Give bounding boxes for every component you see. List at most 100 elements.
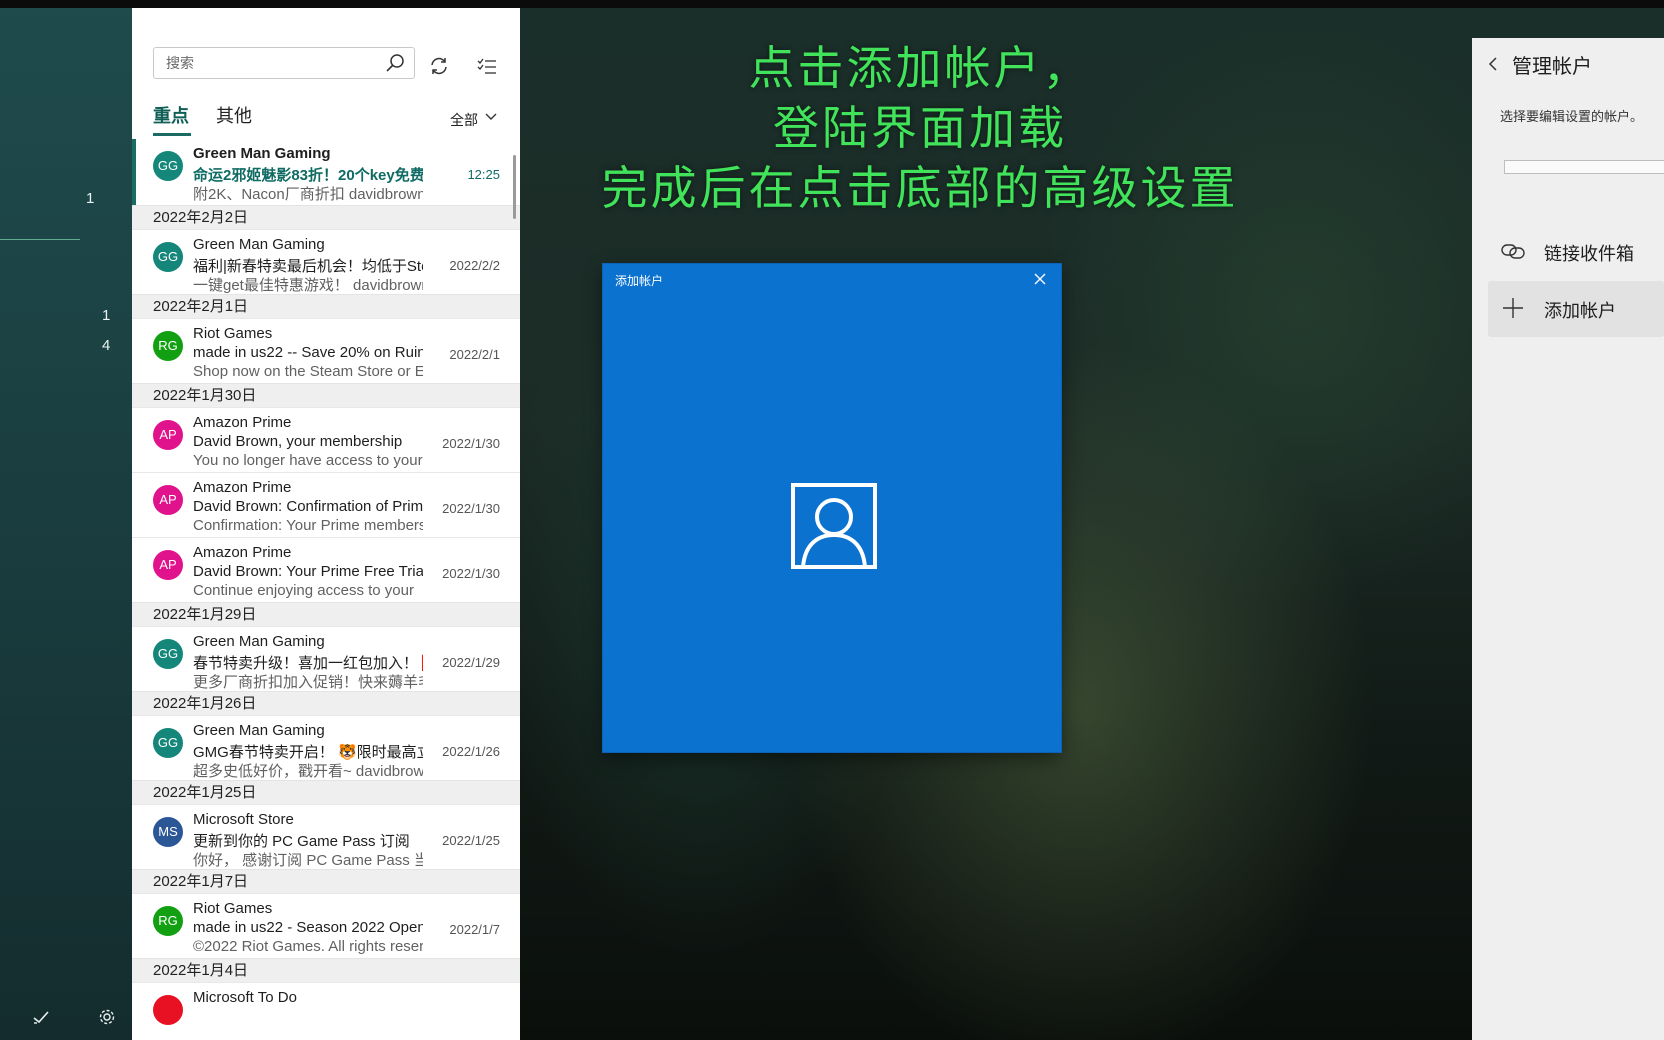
manage-title: 管理帐户 [1512,56,1592,78]
avatar: GG [153,728,183,758]
mail-row[interactable]: GG Green Man Gaming 春节特卖升级！喜加一红包加入！🧧 更多厂商折扣… [132,626,520,691]
mail-preview: Continue enjoying access to your [193,582,414,599]
mail-sender: Riot Games [193,325,273,342]
avatar: RG [153,906,183,936]
add-account-button[interactable]: 添加帐户 [1488,281,1664,337]
instruction-overlay: 点击添加帐户， 登陆界面加载 完成后在点击底部的高级设置 [570,38,1270,218]
date-header: 2022年2月1日 [132,294,520,318]
mail-date: 2022/1/30 [442,501,500,516]
overlay-line: 登陆界面加载 [773,101,1067,155]
manage-accounts-panel: 管理帐户 选择要编辑设置的帐户。 链接收件箱 添加帐户 [1472,38,1664,1040]
scrollbar[interactable] [513,155,516,219]
mail-date: 2022/1/7 [449,922,500,937]
search-icon[interactable] [384,52,406,74]
mail-subject: 春节特卖升级！喜加一红包加入！🧧 [193,655,423,672]
active-tab-indicator [153,133,191,136]
close-icon[interactable] [1033,272,1047,286]
mail-preview: Shop now on the Steam Store or Epic [193,363,423,380]
avatar: AP [153,420,183,450]
avatar: GG [153,151,183,181]
folder-count: 1 [86,190,95,207]
date-header: 2022年1月29日 [132,602,520,626]
mail-row[interactable]: GG Green Man Gaming 福利|新春特卖最后机会！均低于Steam 一键… [132,229,520,294]
mail-date: 2022/1/29 [442,655,500,670]
mail-sender: Amazon Prime [193,544,292,561]
mail-sender: Amazon Prime [193,479,292,496]
mail-date: 2022/1/30 [442,436,500,451]
back-arrow-icon[interactable] [1486,56,1500,72]
mail-preview: 超多史低好价，戳开看~ davidbrown [193,763,423,780]
mail-row[interactable]: AP Amazon Prime David Brown, your membersh… [132,407,520,472]
add-account-dialog: 添加帐户 [603,264,1061,752]
mail-preview: Confirmation: Your Prime membership [193,517,423,534]
link-inboxes-label: 链接收件箱 [1544,244,1634,264]
plus-icon [1503,298,1523,318]
filter-dropdown[interactable]: 全部 [450,110,478,130]
todo-check-icon[interactable] [32,1008,50,1026]
tab-focused[interactable]: 重点 [153,102,189,128]
mail-row[interactable]: RG Riot Games made in us22 -- Save 20% on … [132,318,520,383]
mail-subject: 命运2邪姬魅影83折！20个key免费送！ [193,167,423,184]
mail-row[interactable]: AP Amazon Prime David Brown: Confirmation … [132,472,520,537]
avatar: MS [153,817,183,847]
select-mode-icon[interactable] [476,55,498,77]
gear-icon[interactable] [98,1008,116,1026]
top-strip [0,0,1664,8]
mail-items: GG Green Man Gaming 命运2邪姬魅影83折！20个key免费送！ 附… [132,139,520,1040]
overlay-line: 完成后在点击底部的高级设置 [601,161,1239,215]
chevron-down-icon[interactable] [484,110,498,124]
mail-preview: 附2K、Nacon厂商折扣 davidbrown 热 [193,186,423,203]
manage-subtitle: 选择要编辑设置的帐户。 [1500,109,1644,124]
avatar: RG [153,331,183,361]
mail-subject: 更新到你的 PC Game Pass 订阅 [193,833,410,850]
left-rail: 1 1 4 [0,8,132,1040]
person-icon [791,483,877,569]
mail-preview: You no longer have access to your [193,452,423,469]
tab-other[interactable]: 其他 [216,102,252,128]
mail-sender: Microsoft To Do [193,989,297,1006]
rail-divider [0,239,80,240]
search-box[interactable] [153,47,415,79]
mail-subject: 福利|新春特卖最后机会！均低于Steam [193,258,423,275]
mail-sender: Amazon Prime [193,414,292,431]
mail-row[interactable]: AP Amazon Prime David Brown: Your Prime Fr… [132,537,520,602]
search-input[interactable] [164,54,368,72]
folder-count: 1 [102,307,111,324]
link-inboxes-button[interactable]: 链接收件箱 [1472,224,1664,280]
avatar: AP [153,485,183,515]
mail-sender: Green Man Gaming [193,236,325,253]
date-header: 2022年1月7日 [132,869,520,893]
date-header: 2022年2月2日 [132,205,520,229]
mail-list-pane: 重点 其他 全部 GG Green Man Gaming 命运2邪姬魅影83折！20… [132,8,520,1040]
add-account-label: 添加帐户 [1544,301,1616,321]
account-entry[interactable] [1504,160,1664,174]
mail-row[interactable]: GG Green Man Gaming GMG春节特卖开启！ 🐯限时最高立减 超多史低… [132,715,520,780]
mail-sender: Green Man Gaming [193,722,325,739]
mail-subject: made in us22 -- Save 20% on Ruined King [193,344,423,361]
mail-date: 2022/2/1 [449,347,500,362]
avatar: GG [153,242,183,272]
link-icon [1501,244,1525,259]
mail-subject: David Brown, your membership [193,433,403,450]
mail-row[interactable]: MS Microsoft Store 更新到你的 PC Game Pass 订阅 你好… [132,804,520,869]
avatar: AP [153,550,183,580]
mail-row[interactable]: RG Riot Games made in us22 - Season 2022 O… [132,893,520,958]
folder-count: 4 [102,337,111,354]
mail-subject: made in us22 - Season 2022 Open [193,919,423,936]
avatar [153,995,183,1025]
mail-date: 2022/1/26 [442,744,500,759]
mail-subject: David Brown: Your Prime Free Trial [193,563,423,580]
mail-preview: 更多厂商折扣加入促销！快来薅羊毛 [193,674,423,691]
date-header: 2022年1月4日 [132,958,520,982]
mail-row[interactable]: GG Green Man Gaming 命运2邪姬魅影83折！20个key免费送！ 附… [132,139,520,205]
mail-sender: Microsoft Store [193,811,294,828]
mail-row[interactable]: Microsoft To Do [132,982,520,1040]
mail-subject: GMG春节特卖开启！ 🐯限时最高立减 [193,744,423,761]
mail-sender: Green Man Gaming [193,145,331,162]
mail-date: 2022/1/25 [442,833,500,848]
mail-date: 2022/1/30 [442,566,500,581]
sync-icon[interactable] [428,55,450,77]
avatar: GG [153,639,183,669]
mail-preview: 一键get最佳特惠游戏！ davidbrown [193,277,423,294]
mail-sender: Green Man Gaming [193,633,325,650]
